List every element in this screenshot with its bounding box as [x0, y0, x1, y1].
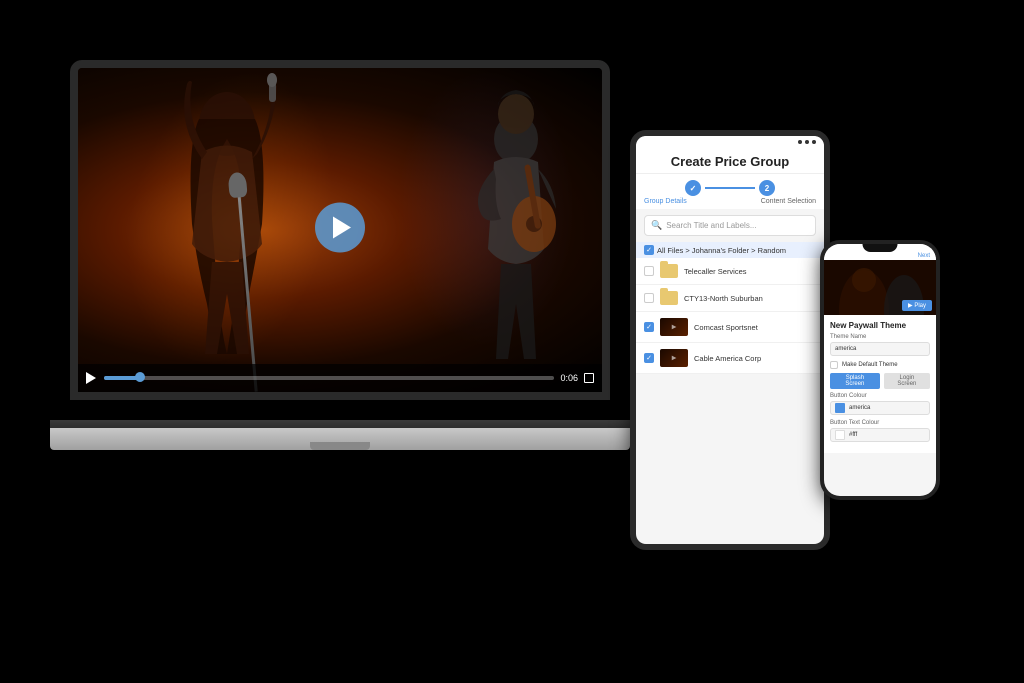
file-checkbox-1[interactable] [644, 266, 654, 276]
search-bar[interactable]: 🔍 Search Title and Labels... [644, 215, 816, 236]
tablet-title: Create Price Group [646, 154, 814, 169]
check-icon-4: ✓ [645, 354, 653, 362]
button-text-value: #fff [849, 432, 857, 438]
file-item-2[interactable]: CTY13-North Suburban [636, 285, 824, 312]
button-colour-label: Button Colour [830, 393, 930, 399]
search-placeholder: Search Title and Labels... [666, 221, 756, 230]
phone-play-button[interactable]: ▶ Play [902, 300, 932, 311]
tablet-screen: Create Price Group ✓ 2 Group Details Con… [636, 136, 824, 544]
button-text-colour-group: Button Text Colour #fff [830, 420, 930, 442]
file-checkbox-4[interactable]: ✓ [644, 353, 654, 363]
phone-section-title: New Paywall Theme [830, 321, 930, 330]
status-dot-1 [798, 140, 802, 144]
file-name-4: Cable America Corp [694, 354, 816, 363]
button-colour-value: america [849, 405, 870, 411]
breadcrumb-text: All Files > Johanna's Folder > Random [657, 246, 786, 255]
video-play-icon[interactable] [86, 372, 98, 384]
tablet-status-bar [636, 136, 824, 148]
login-screen-btn[interactable]: Login Screen [884, 373, 930, 389]
step-labels: Group Details Content Selection [636, 198, 824, 209]
splash-screen-btn[interactable]: Splash Screen [830, 373, 880, 389]
breadcrumb-row: ✓ All Files > Johanna's Folder > Random [636, 242, 824, 258]
step-2-number: 2 [765, 184, 769, 193]
step-2-label: Content Selection [761, 198, 816, 205]
theme-name-input[interactable]: america [830, 342, 930, 356]
check-icon-3: ✓ [645, 323, 653, 331]
step-1-label: Group Details [644, 198, 687, 205]
video-player: 0:06 [78, 68, 602, 392]
button-text-swatch [835, 430, 845, 440]
button-text-colour-input[interactable]: #fff [830, 428, 930, 442]
video-thumb-4 [660, 349, 688, 367]
breadcrumb-check-icon: ✓ [646, 246, 652, 254]
progress-dot [135, 372, 145, 382]
file-item-3[interactable]: ✓ Comcast Sportsnet [636, 312, 824, 343]
file-name-2: CTY13-North Suburban [684, 294, 816, 303]
step-2-circle: 2 [759, 180, 775, 196]
default-theme-label: Make Default Theme [842, 362, 898, 368]
time-display: 0:06 [560, 373, 578, 383]
video-thumb-3 [660, 318, 688, 336]
phone-next-button[interactable]: Next [918, 253, 930, 259]
button-colour-input[interactable]: america [830, 401, 930, 415]
folder-icon-2 [660, 291, 678, 305]
file-checkbox-3[interactable]: ✓ [644, 322, 654, 332]
guitarist-figure [456, 84, 576, 364]
button-text-colour-label: Button Text Colour [830, 420, 930, 426]
tablet-body: Create Price Group ✓ 2 Group Details Con… [630, 130, 830, 550]
default-theme-checkbox[interactable] [830, 361, 838, 369]
theme-name-group: Theme Name america [830, 334, 930, 356]
singer-figure [157, 68, 297, 364]
laptop-screen: 0:06 [70, 60, 610, 400]
phone-screen: Next ▶ Play New Paywall Theme Theme Name [824, 244, 936, 496]
phone: Next ▶ Play New Paywall Theme Theme Name [820, 240, 940, 500]
tablet-header: Create Price Group [636, 148, 824, 174]
status-dot-2 [805, 140, 809, 144]
play-icon [333, 217, 351, 239]
phone-video-preview: ▶ Play [824, 260, 936, 315]
theme-name-value: america [835, 346, 856, 352]
phone-body: Next ▶ Play New Paywall Theme Theme Name [820, 240, 940, 500]
fullscreen-icon[interactable] [584, 373, 594, 383]
phone-form: New Paywall Theme Theme Name america Mak… [824, 315, 936, 453]
screen-toggle-row: Splash Screen Login Screen [830, 373, 930, 389]
step-1-check: ✓ [690, 184, 697, 193]
laptop: 0:06 [50, 60, 630, 480]
video-controls: 0:06 [78, 364, 602, 392]
phone-notch [863, 244, 898, 252]
file-name-3: Comcast Sportsnet [694, 323, 816, 332]
folder-icon-1 [660, 264, 678, 278]
file-item-1[interactable]: Telecaller Services [636, 258, 824, 285]
file-name-1: Telecaller Services [684, 267, 816, 276]
default-theme-row[interactable]: Make Default Theme [830, 361, 930, 369]
tablet: Create Price Group ✓ 2 Group Details Con… [630, 130, 830, 550]
play-button[interactable] [315, 203, 365, 253]
step-line [705, 187, 755, 189]
status-dot-3 [812, 140, 816, 144]
file-checkbox-2[interactable] [644, 293, 654, 303]
search-icon: 🔍 [651, 220, 662, 231]
breadcrumb-checkbox[interactable]: ✓ [644, 245, 654, 255]
theme-name-label: Theme Name [830, 334, 930, 340]
button-colour-swatch [835, 403, 845, 413]
laptop-notch [310, 442, 370, 450]
button-colour-group: Button Colour america [830, 393, 930, 415]
step-1-circle: ✓ [685, 180, 701, 196]
file-item-4[interactable]: ✓ Cable America Corp [636, 343, 824, 374]
progress-bar[interactable] [104, 376, 554, 380]
